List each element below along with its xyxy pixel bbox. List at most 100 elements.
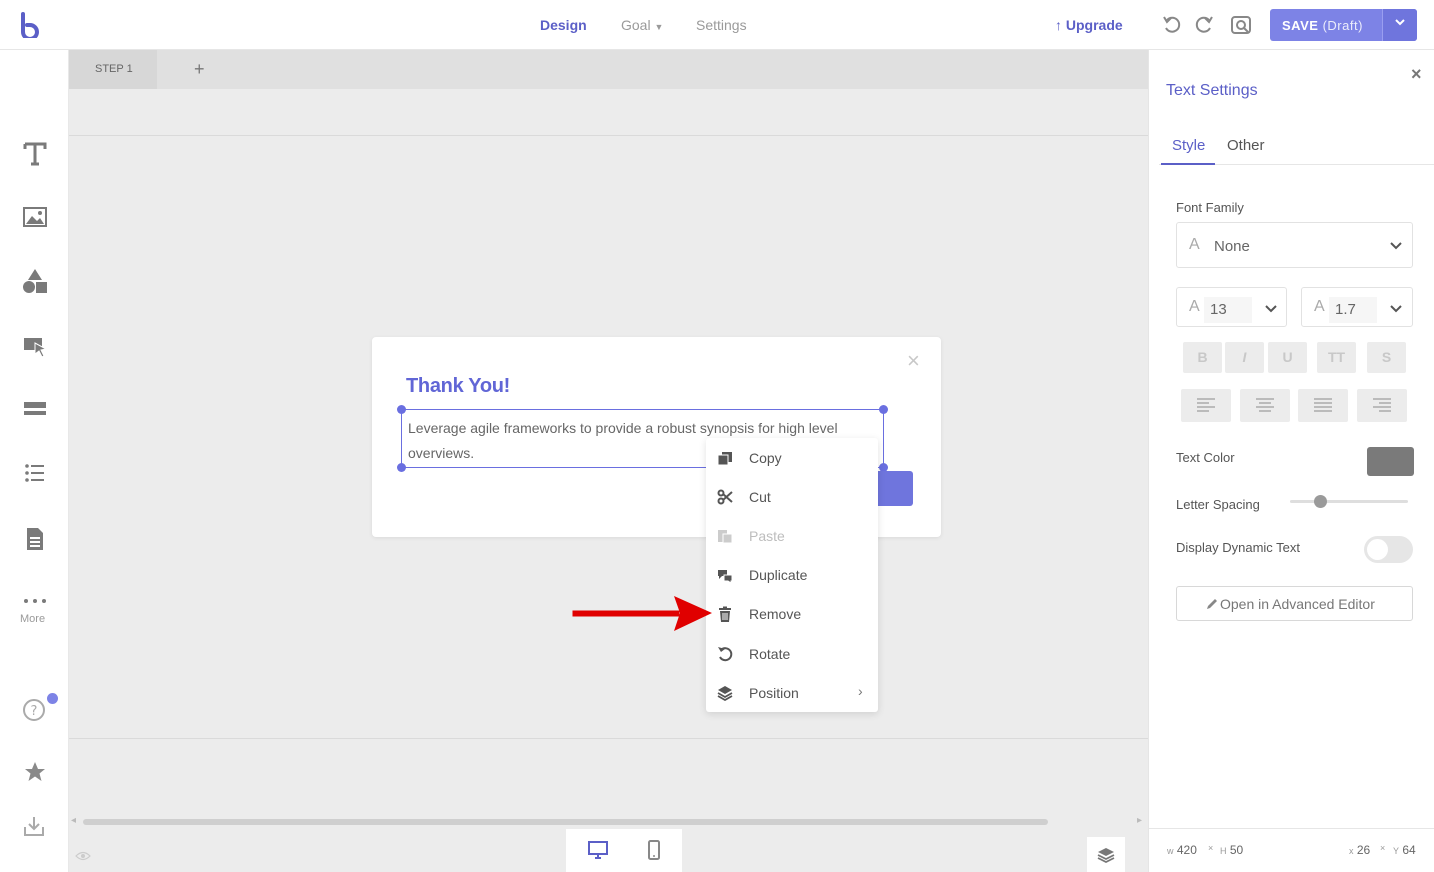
text-icon[interactable]: [22, 140, 48, 166]
mobile-icon[interactable]: [643, 839, 665, 861]
menu-item-label: Duplicate: [749, 567, 808, 583]
letter-spacing-label: Letter Spacing: [1176, 497, 1260, 512]
tab-style[interactable]: Style: [1172, 137, 1205, 154]
align-left-button[interactable]: [1181, 389, 1231, 422]
dynamic-text-label: Display Dynamic Text: [1176, 540, 1301, 555]
align-justify-icon: [1314, 398, 1332, 412]
desktop-icon[interactable]: [587, 839, 609, 861]
menu-item-position[interactable]: Position ›: [706, 673, 878, 712]
panel-close-button[interactable]: ×: [1411, 64, 1422, 85]
y-value: 64: [1402, 843, 1416, 857]
scroll-left-icon[interactable]: ◂: [71, 815, 76, 826]
device-switcher: [566, 829, 682, 872]
chevron-down-icon: [1265, 305, 1277, 313]
undo-icon[interactable]: [1161, 14, 1183, 36]
upgrade-link[interactable]: ↑ Upgrade: [1055, 17, 1123, 33]
eye-icon[interactable]: [75, 850, 91, 862]
chevron-down-icon: [1390, 242, 1402, 250]
align-right-button[interactable]: [1357, 389, 1407, 422]
line-height-value[interactable]: 1.7: [1329, 297, 1377, 323]
save-button[interactable]: SAVE (Draft): [1270, 9, 1417, 41]
menu-item-label: Rotate: [749, 646, 791, 662]
active-tab-indicator: [1161, 163, 1215, 165]
letter-spacing-slider-thumb[interactable]: [1313, 495, 1327, 508]
menu-item-duplicate[interactable]: Duplicate: [706, 555, 878, 594]
menu-item-paste[interactable]: Paste: [706, 516, 878, 555]
menu-item-rotate[interactable]: Rotate: [706, 634, 878, 673]
preview-icon[interactable]: [1230, 14, 1252, 36]
download-icon[interactable]: [22, 813, 48, 839]
button-cursor-icon[interactable]: [22, 333, 48, 359]
nav-goal-dropdown[interactable]: Goal ▼: [621, 17, 663, 33]
image-icon[interactable]: [22, 204, 48, 230]
redo-icon[interactable]: [1193, 14, 1215, 36]
resize-handle[interactable]: [397, 463, 406, 472]
notification-dot: [47, 693, 58, 704]
dynamic-text-toggle[interactable]: [1364, 536, 1413, 563]
uppercase-button[interactable]: TT: [1317, 342, 1356, 373]
font-family-label: Font Family: [1176, 200, 1244, 215]
svg-text:?: ?: [31, 704, 38, 719]
menu-item-label: Paste: [749, 528, 785, 544]
popup-close-button[interactable]: ×: [907, 348, 920, 374]
menu-item-cut[interactable]: Cut: [706, 477, 878, 516]
font-family-select[interactable]: A None: [1176, 222, 1413, 268]
context-menu: Copy Cut Paste Duplicate Remove Rotate P…: [706, 438, 878, 712]
left-sidebar: More ?: [0, 50, 69, 872]
arrow-up-icon: ↑: [1055, 17, 1062, 33]
text-color-swatch[interactable]: [1367, 447, 1414, 476]
popup-title[interactable]: Thank You!: [406, 375, 510, 398]
more-label[interactable]: More: [20, 613, 45, 625]
list-icon[interactable]: [22, 460, 48, 486]
form-field-icon[interactable]: [22, 396, 48, 422]
open-advanced-editor-button[interactable]: Open in Advanced Editor: [1176, 586, 1413, 621]
x-value: 26: [1356, 843, 1371, 857]
chevron-right-icon: ›: [858, 683, 863, 699]
shapes-icon[interactable]: [22, 268, 48, 294]
horizontal-scrollbar[interactable]: [83, 819, 1048, 825]
document-icon[interactable]: [22, 526, 48, 552]
star-icon[interactable]: [22, 759, 48, 785]
logo-icon[interactable]: [18, 12, 42, 38]
resize-handle[interactable]: [879, 405, 888, 414]
letter-spacing-slider[interactable]: [1290, 500, 1408, 503]
font-size-select[interactable]: A 13: [1176, 287, 1287, 327]
tab-other[interactable]: Other: [1227, 137, 1265, 154]
save-status: (Draft): [1322, 18, 1363, 33]
italic-button[interactable]: I: [1225, 342, 1264, 373]
strikethrough-button[interactable]: S: [1367, 342, 1406, 373]
separator-glyph: ×: [1380, 843, 1386, 853]
resize-handle[interactable]: [397, 405, 406, 414]
menu-item-copy[interactable]: Copy: [706, 438, 878, 477]
line-height-select[interactable]: A 1.7: [1301, 287, 1413, 327]
dimension-separator: ×: [1208, 840, 1213, 854]
layers-button[interactable]: [1087, 837, 1125, 872]
canvas-guide-line: [69, 738, 1148, 739]
popup-cta-button[interactable]: [875, 471, 913, 506]
caret-down-icon: ▼: [654, 22, 664, 32]
chevron-down-icon: [1390, 305, 1402, 313]
scroll-right-icon[interactable]: ▸: [1137, 815, 1142, 826]
step-tab[interactable]: STEP 1: [69, 50, 157, 89]
red-arrow-annotation: [572, 596, 712, 631]
menu-item-remove[interactable]: Remove: [706, 594, 878, 633]
nav-design-tab[interactable]: Design: [540, 17, 587, 33]
align-justify-button[interactable]: [1298, 389, 1348, 422]
upgrade-label: Upgrade: [1065, 17, 1123, 33]
nav-settings-tab[interactable]: Settings: [696, 17, 747, 33]
separator-glyph: ×: [1208, 843, 1214, 853]
font-size-value[interactable]: 13: [1204, 297, 1252, 323]
add-step-button[interactable]: +: [194, 59, 205, 80]
height-value: 50: [1229, 843, 1244, 857]
underline-button[interactable]: U: [1268, 342, 1307, 373]
toggle-knob: [1367, 539, 1388, 560]
align-center-icon: [1256, 398, 1274, 412]
help-icon[interactable]: ?: [22, 697, 48, 723]
save-options-button[interactable]: [1382, 9, 1417, 41]
pencil-icon: [1207, 599, 1217, 609]
copy-icon: [717, 452, 732, 466]
bold-button[interactable]: B: [1183, 342, 1222, 373]
menu-item-label: Cut: [749, 489, 771, 505]
app-root: Design Goal ▼ Settings ↑ Upgrade SAVE (D…: [0, 0, 1434, 872]
align-center-button[interactable]: [1240, 389, 1290, 422]
